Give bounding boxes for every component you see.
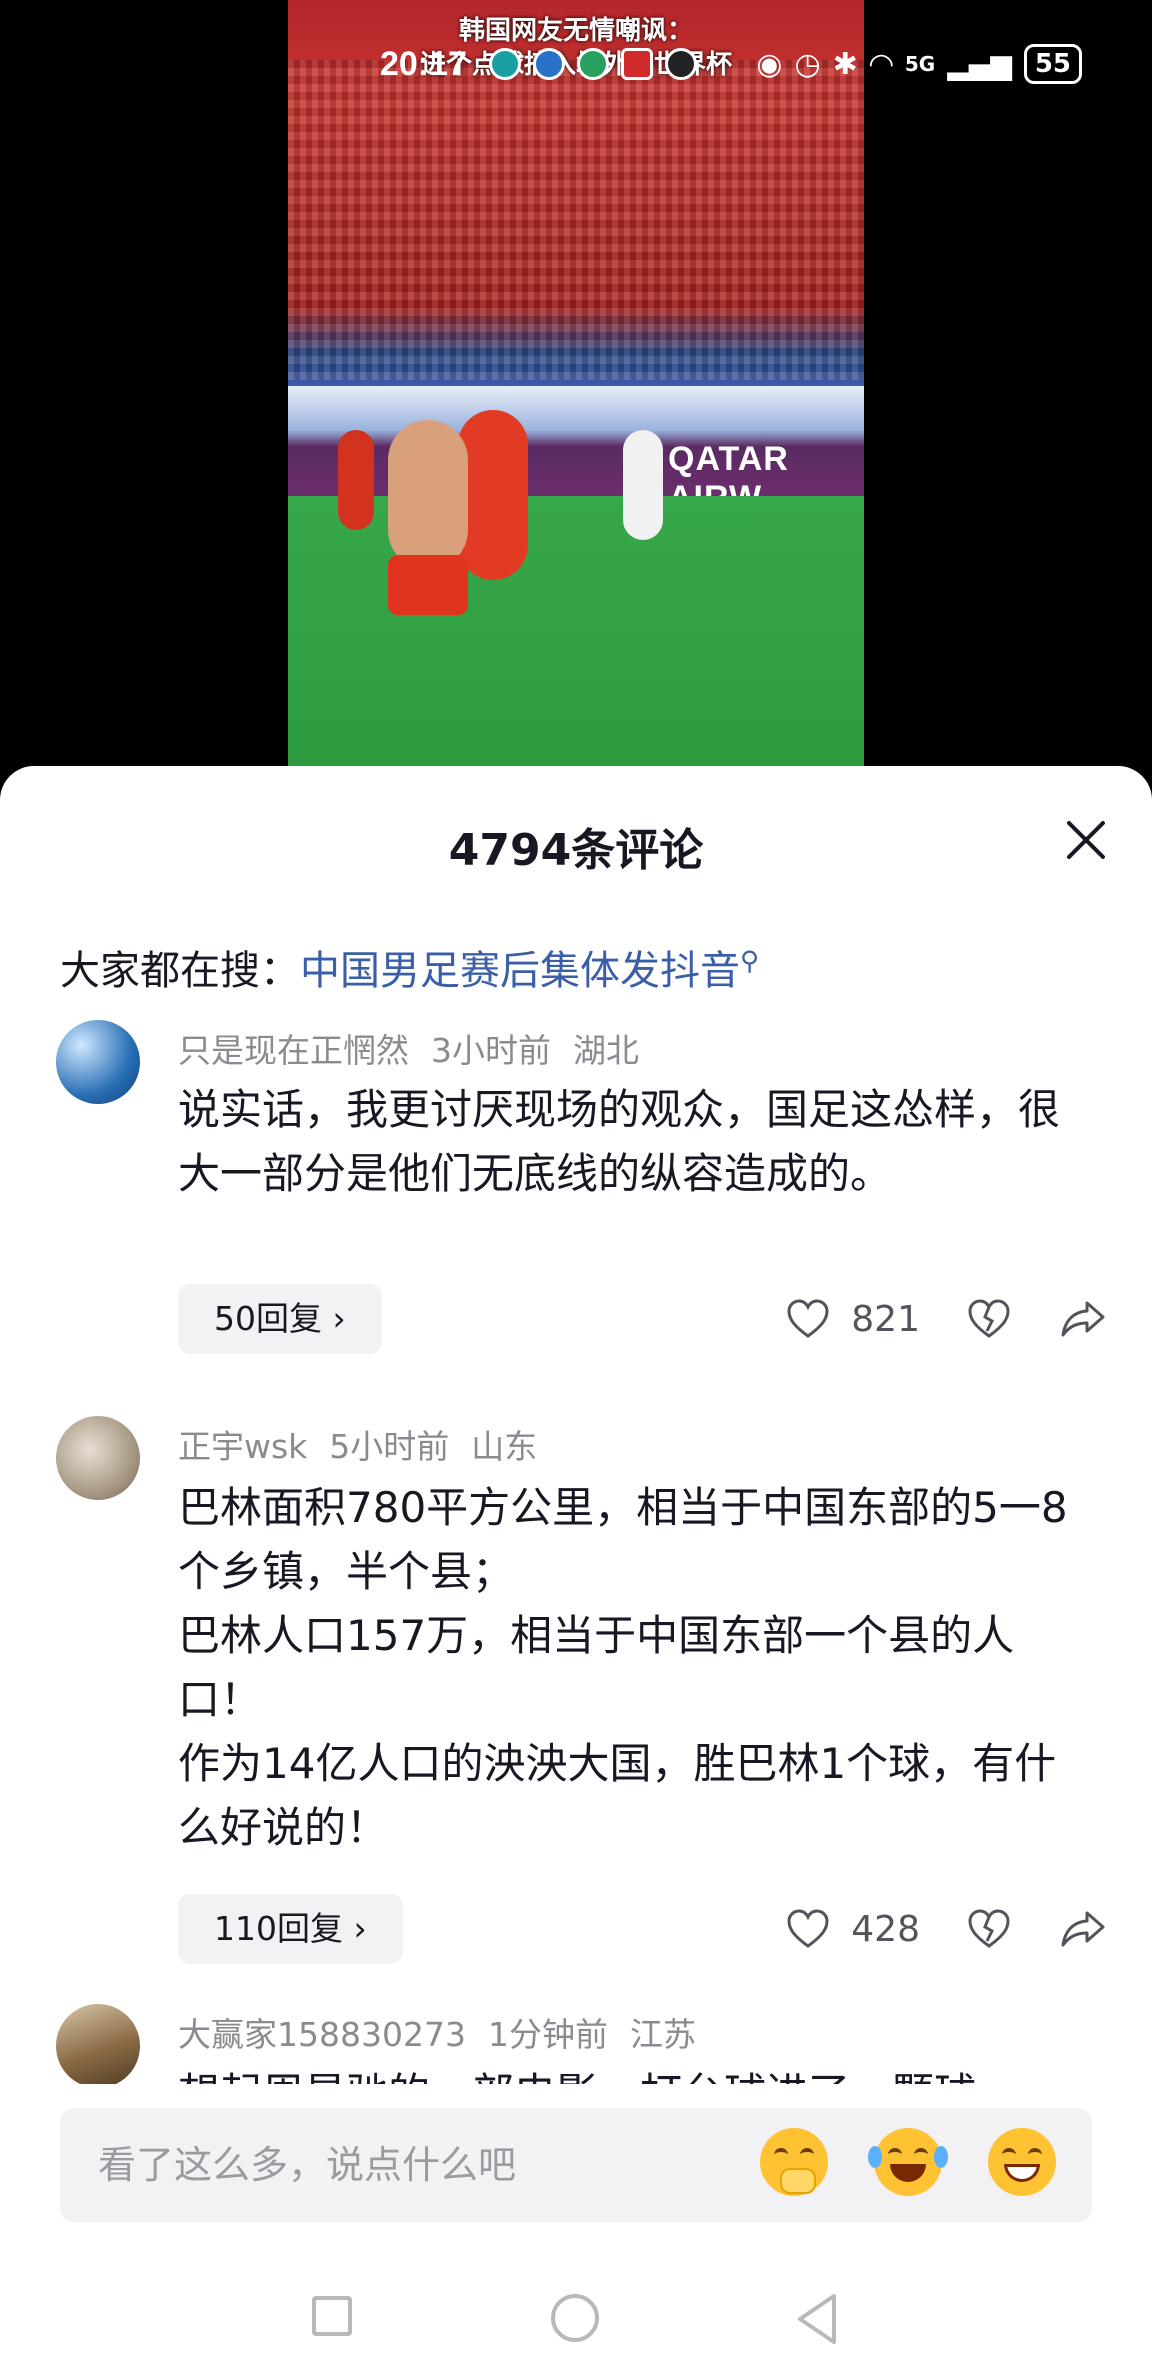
comment-meta: 大赢家158830273 1分钟前 江苏	[178, 2008, 718, 2056]
comment-username[interactable]: 大赢家158830273	[178, 2015, 466, 2054]
app-notification-icon	[532, 48, 565, 80]
share-icon[interactable]	[1058, 1904, 1108, 1954]
comment-meta: 只是现在正惘然 3小时前 湖北	[178, 1024, 661, 1072]
app-notification-icon	[664, 48, 697, 80]
comment-location: 山东	[471, 1427, 538, 1466]
comment-item: 大赢家158830273 1分钟前江苏 想起周星驰的一部电影，打台球进了一颗球	[0, 2004, 1152, 2084]
comment-time: 3小时前	[431, 1031, 551, 1070]
player-figure	[623, 430, 663, 540]
comment-count-title: 4794条评论	[448, 825, 704, 876]
back-icon[interactable]	[792, 2292, 842, 2346]
stadium-crowd	[288, 60, 864, 380]
close-icon[interactable]	[1064, 818, 1108, 862]
alarm-icon: ◷	[794, 46, 821, 82]
like-button[interactable]: 428	[783, 1904, 920, 1954]
comment-actions: 428	[783, 1894, 1108, 1964]
heart-icon	[783, 1904, 833, 1954]
like-count: 428	[851, 1908, 920, 1950]
grinning-emoji-icon[interactable]	[988, 2128, 1056, 2196]
avatar[interactable]	[56, 1416, 140, 1500]
hot-search-link[interactable]: 中国男足赛后集体发抖音	[300, 948, 740, 994]
replies-label: 110回复	[214, 1909, 343, 1948]
battery-indicator: 55	[1023, 44, 1082, 84]
football-pitch	[288, 496, 864, 768]
video-caption-line1: 韩国网友无情嘲讽：	[458, 16, 693, 46]
like-button[interactable]: 821	[783, 1294, 920, 1344]
status-bar: 20:17 ◉ ◷ ✱ ◠ 5G ▂▄▆ 55	[380, 44, 1082, 84]
recent-apps-icon[interactable]	[312, 2296, 352, 2336]
app-notification-icon	[620, 48, 653, 80]
comment-input-placeholder: 看了这么多，说点什么吧	[98, 2143, 517, 2187]
comment-username[interactable]: 只是现在正惘然	[178, 1031, 409, 1070]
comment-text: 巴林面积780平方公里，相当于中国东部的5一8个乡镇，半个县； 巴林人口157万…	[178, 1483, 1068, 1852]
search-icon[interactable]: ⚲	[740, 947, 759, 977]
hand-over-mouth-emoji-icon[interactable]	[760, 2128, 828, 2196]
eye-icon: ◉	[756, 46, 783, 82]
heart-icon	[783, 1294, 833, 1344]
comment-input[interactable]: 看了这么多，说点什么吧	[60, 2108, 1092, 2222]
system-nav-bar	[0, 2280, 1152, 2376]
share-icon[interactable]	[1058, 1294, 1108, 1344]
comment-text: 想起周星驰的一部电影，打台球进了一颗球	[178, 2062, 1088, 2084]
comment-actions: 821	[783, 1284, 1108, 1354]
comment-time: 1分钟前	[487, 2015, 608, 2054]
app-notification-icon	[576, 48, 609, 80]
status-time: 20:17	[380, 44, 467, 83]
dislike-icon[interactable]	[964, 1904, 1014, 1954]
view-replies-button[interactable]: 50回复 ›	[178, 1284, 382, 1354]
bluetooth-icon: ✱	[832, 46, 858, 82]
app-notification-icon	[488, 48, 521, 80]
like-count: 821	[851, 1298, 920, 1340]
comment-location: 湖北	[573, 1031, 639, 1070]
player-shorts	[388, 555, 468, 615]
avatar[interactable]	[56, 1020, 140, 1104]
dislike-icon[interactable]	[964, 1294, 1014, 1344]
avatar[interactable]	[56, 2004, 140, 2084]
replies-label: 50回复	[214, 1299, 322, 1338]
comment-time: 5小时前	[329, 1427, 450, 1466]
comment-location: 江苏	[629, 2015, 696, 2054]
home-icon[interactable]	[551, 2294, 599, 2342]
signal-icon: ▂▄▆	[947, 47, 1012, 81]
hot-search-label: 大家都在搜：	[60, 948, 300, 994]
network-type: 5G	[904, 52, 936, 76]
comment-username[interactable]: 正宇wsk	[178, 1427, 307, 1466]
wifi-icon: ◠	[869, 46, 893, 82]
laughing-tears-emoji-icon[interactable]	[868, 2128, 948, 2196]
view-replies-button[interactable]: 110回复 ›	[178, 1894, 403, 1964]
comment-meta: 正宇wsk 5小时前 山东	[178, 1420, 559, 1468]
player-figure	[388, 420, 468, 570]
video-player[interactable]: QATAR AIRW	[288, 0, 864, 768]
player-figure	[338, 430, 374, 530]
hot-search-bar: 大家都在搜：中国男足赛后集体发抖音⚲	[60, 938, 759, 996]
player-figure	[458, 410, 528, 580]
comment-text: 说实话，我更讨厌现场的观众，国足这怂样，很大一部分是他们无底线的纵容造成的。	[178, 1085, 1061, 1198]
